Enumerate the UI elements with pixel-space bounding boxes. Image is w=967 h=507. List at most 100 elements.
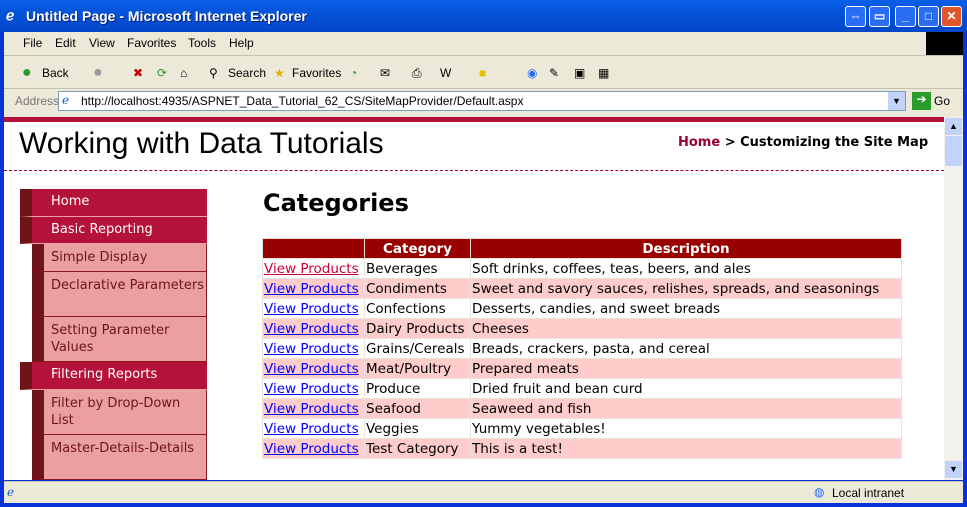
scroll-down-icon[interactable]: ▼ — [945, 461, 962, 478]
category-cell: Produce — [364, 378, 471, 399]
table-row: View Products Dairy Products Cheeses — [262, 318, 902, 339]
forward-icon[interactable]: ● — [93, 64, 103, 82]
categories-table: Category Description View Products Bevera… — [262, 238, 902, 459]
menu-file[interactable]: File — [23, 36, 42, 52]
category-cell: Dairy Products — [364, 318, 471, 339]
nav-item-declarative-parameters[interactable]: Declarative Parameters — [32, 272, 207, 317]
minimize-button[interactable]: _ — [895, 6, 916, 27]
address-input[interactable]: ℯ http://localhost:4935/ASPNET_Data_Tuto… — [58, 91, 906, 111]
category-cell: Beverages — [364, 258, 471, 279]
go-button[interactable]: Go — [934, 94, 950, 108]
description-cell: Dried fruit and bean curd — [470, 378, 902, 399]
view-products-link[interactable]: View Products — [264, 321, 359, 337]
category-cell: Confections — [364, 298, 471, 319]
address-dropdown-icon[interactable]: ▼ — [888, 92, 905, 110]
favorites-icon[interactable]: ★ — [274, 66, 285, 80]
menu-view[interactable]: View — [89, 36, 115, 52]
description-cell: Soft drinks, coffees, teas, beers, and a… — [470, 258, 902, 279]
view-products-link[interactable]: View Products — [264, 301, 359, 317]
back-icon[interactable]: ● — [22, 64, 32, 82]
mail-icon[interactable]: ✉ — [380, 66, 390, 80]
refresh-icon[interactable]: ⟳ — [157, 66, 167, 80]
header-divider — [4, 170, 944, 171]
table-row: View Products Meat/Poultry Prepared meats — [262, 358, 902, 379]
messenger-icon[interactable]: ◉ — [527, 66, 537, 80]
address-url: http://localhost:4935/ASPNET_Data_Tutori… — [81, 94, 524, 108]
category-cell: Condiments — [364, 278, 471, 299]
favorites-button[interactable]: Favorites — [292, 66, 341, 80]
scroll-up-icon[interactable]: ▲ — [945, 118, 962, 135]
title-bar: ℯ Untitled Page - Microsoft Internet Exp… — [0, 0, 967, 32]
vertical-scrollbar[interactable]: ▲ ▼ — [944, 117, 963, 480]
menu-help[interactable]: Help — [229, 36, 254, 52]
link-cell: View Products — [262, 358, 365, 379]
edit-word-icon[interactable]: W — [440, 66, 451, 80]
close-button[interactable]: ✕ — [941, 6, 962, 27]
window-title: Untitled Page - Microsoft Internet Explo… — [26, 8, 307, 24]
search-button[interactable]: Search — [228, 66, 266, 80]
table-row: View Products Condiments Sweet and savory … — [262, 278, 902, 299]
search-icon[interactable]: ⚲ — [209, 66, 218, 80]
category-cell: Meat/Poultry — [364, 358, 471, 379]
menu-edit[interactable]: Edit — [55, 36, 76, 52]
switch-icon[interactable]: ⇔ — [845, 6, 866, 27]
nav-item-simple-display[interactable]: Simple Display — [32, 244, 207, 272]
scroll-thumb[interactable] — [945, 136, 962, 166]
research-icon[interactable]: ✎ — [549, 66, 559, 80]
security-zone: Local intranet — [832, 486, 905, 500]
status-bar: ℯ ◍ Local intranet — [4, 481, 963, 503]
menu-tools[interactable]: Tools — [188, 36, 216, 52]
plugin-icon[interactable]: ▦ — [598, 66, 609, 80]
breadcrumb-home-link[interactable]: Home — [678, 135, 720, 150]
home-icon[interactable]: ⌂ — [180, 66, 187, 80]
link-cell: View Products — [262, 378, 365, 399]
category-cell: Grains/Cereals — [364, 338, 471, 359]
address-label: Address — [15, 94, 60, 108]
menu-favorites[interactable]: Favorites — [127, 36, 176, 52]
link-cell: View Products — [262, 278, 365, 299]
tool-icon[interactable]: ▣ — [574, 66, 585, 80]
description-cell: Seaweed and fish — [470, 398, 902, 419]
go-arrow-icon[interactable]: ➔ — [912, 92, 931, 110]
view-products-link[interactable]: View Products — [264, 281, 359, 297]
site-title: Working with Data Tutorials — [19, 127, 384, 160]
link-cell: View Products — [262, 398, 365, 419]
nav-item-basic-reporting[interactable]: Basic Reporting — [20, 217, 207, 244]
ie-icon: ℯ — [6, 7, 15, 23]
view-products-link[interactable]: View Products — [264, 401, 359, 417]
view-products-link[interactable]: View Products — [264, 421, 359, 437]
column-header-description: Description — [470, 238, 902, 259]
restore-window-icon[interactable]: ▭ — [869, 6, 890, 27]
note-icon[interactable]: ■ — [479, 66, 486, 80]
description-cell: Sweet and savory sauces, relishes, sprea… — [470, 278, 902, 299]
description-cell: Cheeses — [470, 318, 902, 339]
category-cell: Seafood — [364, 398, 471, 419]
nav-item-filtering-reports[interactable]: Filtering Reports — [20, 362, 207, 390]
intranet-icon: ◍ — [814, 485, 825, 499]
windows-logo-icon — [926, 32, 963, 55]
view-products-link[interactable]: View Products — [264, 381, 359, 397]
header-band — [4, 117, 944, 122]
column-header-category: Category — [364, 238, 471, 259]
stop-icon[interactable]: ✖ — [133, 66, 143, 80]
maximize-button[interactable]: □ — [918, 6, 939, 27]
description-cell: Prepared meats — [470, 358, 902, 379]
view-products-link[interactable]: View Products — [264, 341, 359, 357]
view-products-link[interactable]: View Products — [264, 261, 359, 277]
link-cell: View Products — [262, 258, 365, 279]
nav-item-master-details-details[interactable]: Master-Details-Details — [32, 435, 207, 480]
link-cell: View Products — [262, 438, 365, 459]
breadcrumb-current: Customizing the Site Map — [740, 135, 929, 150]
print-icon[interactable]: ⎙ — [412, 66, 422, 81]
view-products-link[interactable]: View Products — [264, 441, 359, 457]
view-products-link[interactable]: View Products — [264, 361, 359, 377]
back-button[interactable]: Back — [42, 66, 69, 80]
history-icon[interactable]: ◔ — [350, 66, 357, 80]
table-row: View Products Produce Dried fruit and bean… — [262, 378, 902, 399]
nav-item-home[interactable]: Home — [20, 189, 207, 217]
table-row: View Products Confections Desserts, candie… — [262, 298, 902, 319]
description-cell: Breads, crackers, pasta, and cereal — [470, 338, 902, 359]
category-cell: Test Category — [364, 438, 471, 459]
nav-item-filter-by-dropdown[interactable]: Filter by Drop-Down List — [32, 390, 207, 435]
nav-item-setting-parameter-values[interactable]: Setting Parameter Values — [32, 317, 207, 362]
